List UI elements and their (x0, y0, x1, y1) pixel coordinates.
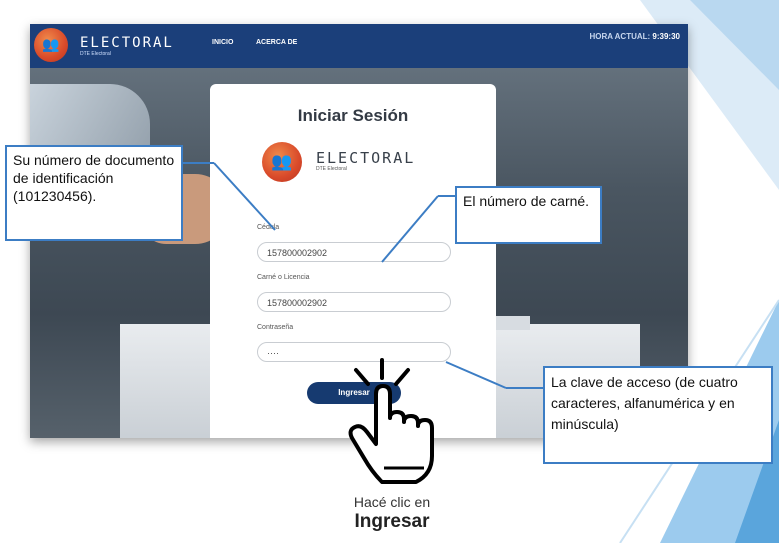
caption-instruction: Hacé clic en (353, 494, 431, 510)
carne-callout: El número de carné. (455, 186, 602, 244)
cedula-callout: Su número de documento de identificación… (5, 145, 183, 241)
password-callout: La clave de acceso (de cuatro caracteres… (543, 366, 773, 464)
caption-action: Ingresar (354, 511, 430, 532)
pointing-hand-icon (348, 358, 434, 484)
